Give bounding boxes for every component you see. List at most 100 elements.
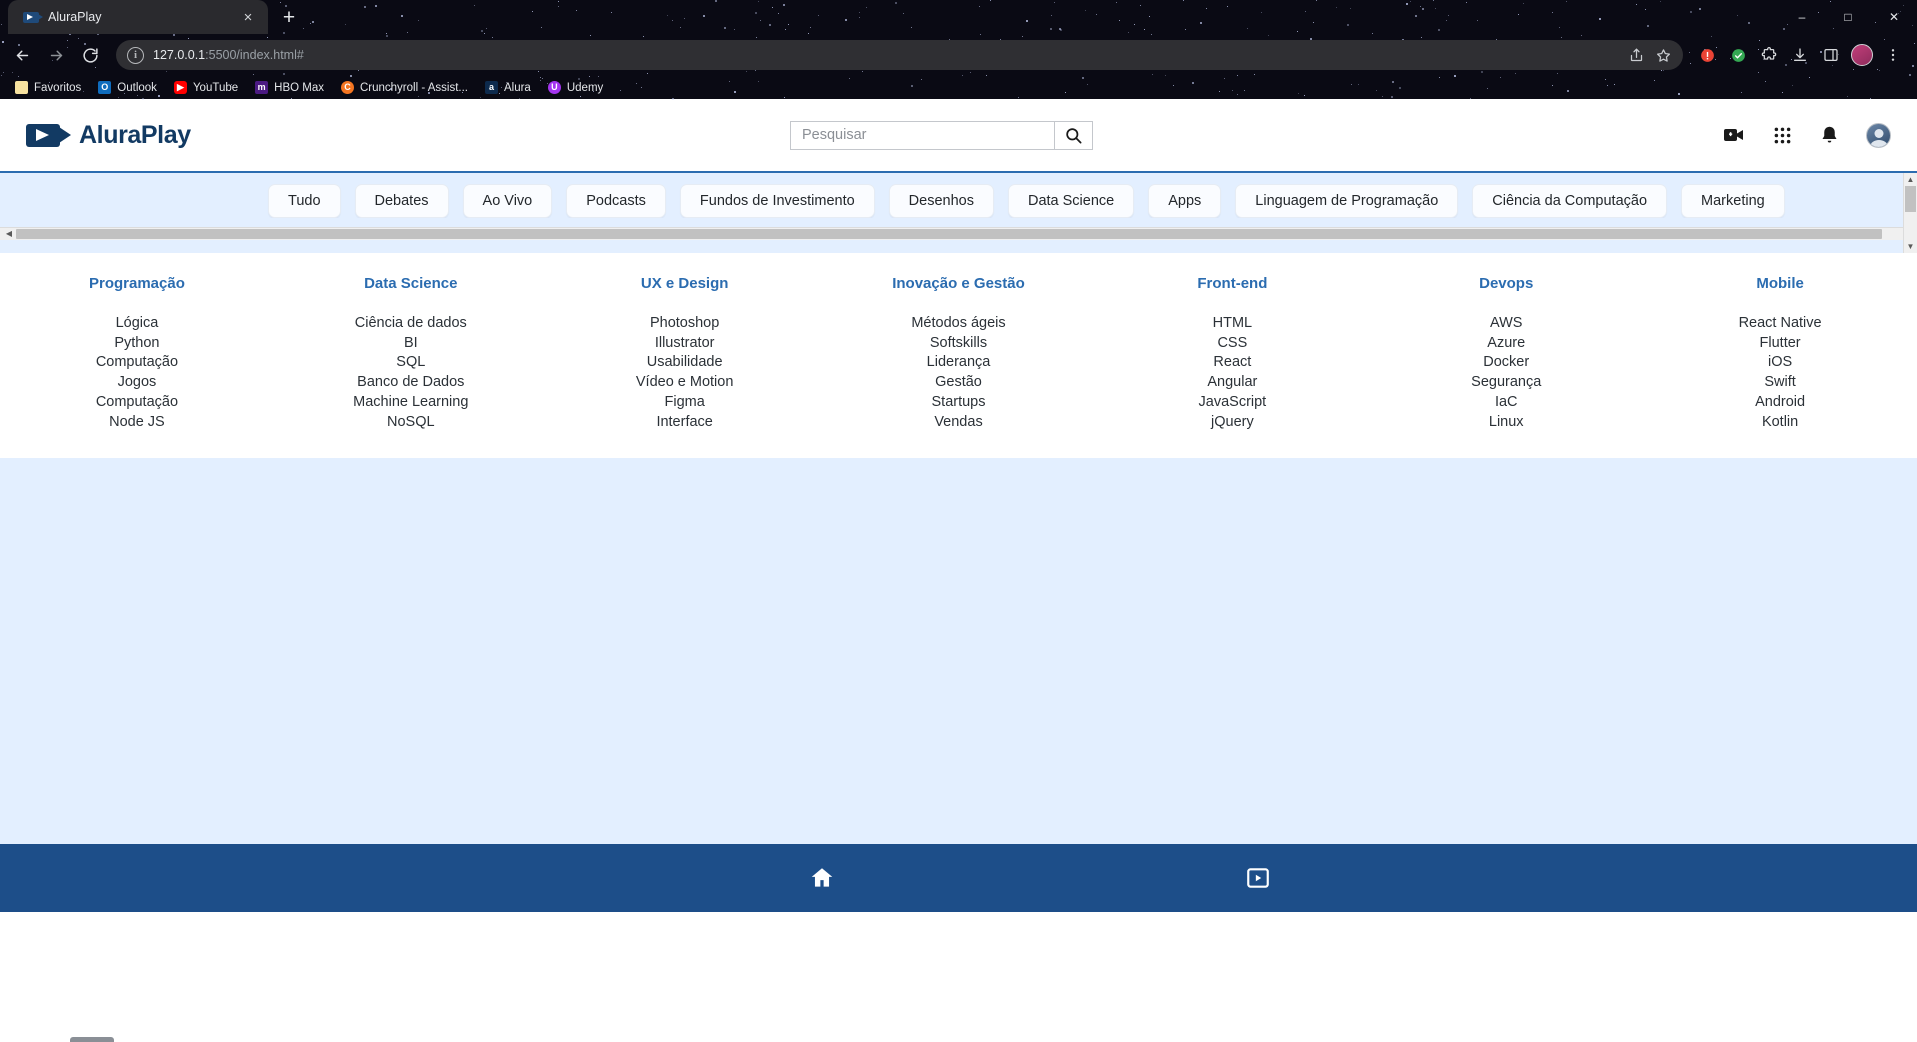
column-link[interactable]: Node JS [0, 413, 274, 433]
column-link[interactable]: HTML [1095, 314, 1369, 334]
share-icon[interactable] [1629, 48, 1644, 63]
column-link[interactable]: Vídeo e Motion [548, 373, 822, 393]
apps-grid-icon[interactable] [1772, 125, 1793, 146]
browser-tab[interactable]: AluraPlay × [8, 0, 268, 34]
extension-green-icon[interactable] [1724, 41, 1752, 69]
reload-icon[interactable] [74, 39, 106, 71]
search-bar [790, 120, 1093, 150]
column-link[interactable]: IaC [1369, 393, 1643, 413]
vscroll-thumb[interactable] [1905, 186, 1916, 212]
category-column: Programação Lógica Python Computação Jogos Co… [0, 275, 274, 432]
column-link[interactable]: Linux [1369, 413, 1643, 433]
column-link[interactable]: NoSQL [274, 413, 548, 433]
window-minimize-button[interactable]: – [1779, 1, 1825, 33]
column-link[interactable]: Illustrator [548, 334, 822, 354]
puzzle-extensions-icon[interactable] [1755, 41, 1783, 69]
back-icon[interactable] [6, 39, 38, 71]
site-logo[interactable]: AluraPlay [26, 121, 191, 150]
category-chip[interactable]: Linguagem de Programação [1235, 184, 1459, 218]
column-link[interactable]: Startups [822, 393, 1096, 413]
video-library-icon[interactable] [1198, 865, 1318, 891]
column-link[interactable]: React [1095, 353, 1369, 373]
bookmark-item[interactable]: Favoritos [8, 79, 88, 96]
forward-icon[interactable] [40, 39, 72, 71]
column-link[interactable]: BI [274, 334, 548, 354]
side-panel-icon[interactable] [1817, 41, 1845, 69]
downloads-icon[interactable] [1786, 41, 1814, 69]
column-link[interactable]: iOS [1643, 353, 1917, 373]
site-info-icon[interactable]: i [127, 46, 144, 64]
column-link[interactable]: JavaScript [1095, 393, 1369, 413]
tab-close-icon[interactable]: × [238, 7, 258, 27]
column-link[interactable]: Swift [1643, 373, 1917, 393]
column-link[interactable]: Vendas [822, 413, 1096, 433]
column-link[interactable]: Usabilidade [548, 353, 822, 373]
bookmark-item[interactable]: m HBO Max [248, 79, 331, 96]
window-close-button[interactable]: ✕ [1871, 1, 1917, 33]
column-link[interactable]: Machine Learning [274, 393, 548, 413]
column-link[interactable]: Ciência de dados [274, 314, 548, 334]
column-link[interactable]: Lógica [0, 314, 274, 334]
category-chip[interactable]: Apps [1148, 184, 1222, 218]
scroll-thumb[interactable] [16, 229, 1883, 239]
column-link[interactable]: Segurança [1369, 373, 1643, 393]
bookmark-item[interactable]: ▶ YouTube [167, 79, 245, 96]
page-vertical-scrollbar[interactable]: ▲ ▼ [1903, 173, 1917, 253]
category-chip[interactable]: Data Science [1007, 184, 1135, 218]
bookmark-item[interactable]: O Outlook [91, 79, 164, 96]
column-link[interactable]: Gestão [822, 373, 1096, 393]
category-chip[interactable]: Debates [354, 184, 449, 218]
address-bar[interactable]: i 127.0.0.1:5500/index.html# [116, 40, 1683, 70]
column-link[interactable]: Flutter [1643, 334, 1917, 354]
account-avatar[interactable] [1866, 122, 1891, 148]
column-link[interactable]: Banco de Dados [274, 373, 548, 393]
column-link[interactable]: Jogos [0, 373, 274, 393]
column-link[interactable]: Liderança [822, 353, 1096, 373]
chrome-menu-icon[interactable] [1879, 41, 1907, 69]
column-link[interactable]: Azure [1369, 334, 1643, 354]
vscroll-up-arrow-icon[interactable]: ▲ [1904, 173, 1917, 186]
column-link[interactable]: Kotlin [1643, 413, 1917, 433]
column-link[interactable]: Photoshop [548, 314, 822, 334]
column-link[interactable]: jQuery [1095, 413, 1369, 433]
vscroll-down-arrow-icon[interactable]: ▼ [1904, 240, 1917, 253]
bookmark-item[interactable]: U Udemy [541, 79, 610, 96]
bookmark-star-icon[interactable] [1656, 48, 1671, 63]
search-input[interactable] [790, 120, 1055, 150]
category-chip[interactable]: Ciência da Computação [1472, 184, 1668, 218]
category-horizontal-scrollbar[interactable]: ◀ ▶ [0, 227, 1917, 240]
bookmark-item[interactable]: C Crunchyroll - Assist... [334, 79, 475, 96]
window-maximize-button[interactable]: □ [1825, 1, 1871, 33]
category-chip[interactable]: Fundos de Investimento [679, 184, 875, 218]
column-link[interactable]: Docker [1369, 353, 1643, 373]
scroll-left-arrow-icon[interactable]: ◀ [2, 228, 16, 240]
column-link[interactable]: AWS [1369, 314, 1643, 334]
home-icon[interactable] [762, 865, 882, 891]
notifications-bell-icon[interactable] [1819, 125, 1840, 146]
column-link[interactable]: Computação [0, 353, 274, 373]
new-tab-button[interactable]: + [274, 2, 304, 32]
column-link[interactable]: CSS [1095, 334, 1369, 354]
column-link[interactable]: Python [0, 334, 274, 354]
column-link[interactable]: Interface [548, 413, 822, 433]
column-link[interactable]: Métodos ágeis [822, 314, 1096, 334]
category-chip[interactable]: Ao Vivo [462, 184, 553, 218]
category-chip[interactable]: Marketing [1681, 184, 1785, 218]
extension-alert-icon[interactable] [1693, 41, 1721, 69]
column-link[interactable]: Computação [0, 393, 274, 413]
search-button[interactable] [1055, 120, 1093, 150]
column-link[interactable]: SQL [274, 353, 548, 373]
scroll-track[interactable] [16, 228, 1901, 240]
column-link[interactable]: React Native [1643, 314, 1917, 334]
bookmark-item[interactable]: a Alura [478, 79, 538, 96]
profile-avatar[interactable] [1848, 41, 1876, 69]
category-chip[interactable]: Desenhos [888, 184, 994, 218]
create-video-icon[interactable] [1722, 123, 1746, 147]
column-link[interactable]: Figma [548, 393, 822, 413]
category-chip[interactable]: Tudo [268, 184, 341, 218]
column-link[interactable]: Android [1643, 393, 1917, 413]
category-chip[interactable]: Podcasts [566, 184, 666, 218]
column-link[interactable]: Softskills [822, 334, 1096, 354]
vscroll-track[interactable] [1904, 186, 1917, 240]
column-link[interactable]: Angular [1095, 373, 1369, 393]
